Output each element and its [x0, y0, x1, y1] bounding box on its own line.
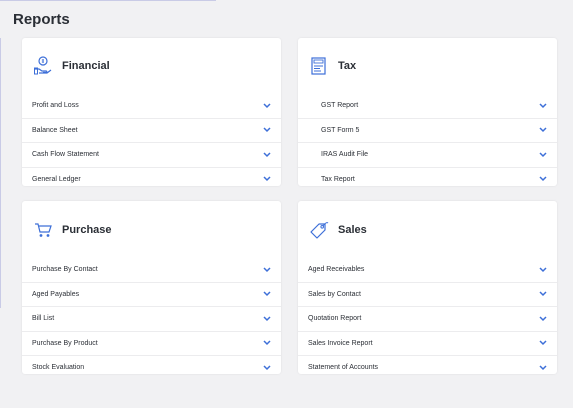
report-label: Profit and Loss: [32, 102, 79, 110]
report-cash-flow-statement[interactable]: Cash Flow Statement: [22, 143, 281, 168]
chevron-down-icon[interactable]: [538, 289, 548, 299]
card-header: Purchase: [22, 201, 281, 258]
report-label: Cash Flow Statement: [32, 151, 99, 159]
card-header: Sales: [298, 201, 557, 258]
card-header: Tax: [298, 38, 557, 94]
chevron-down-icon[interactable]: [262, 125, 272, 135]
report-list: GST Report GST Form 5 IRAS Audit File Ta…: [298, 94, 557, 191]
report-balance-sheet[interactable]: Balance Sheet: [22, 119, 281, 143]
page-title: Reports: [13, 11, 70, 28]
report-list: Purchase By Contact Aged Payables Bill L…: [22, 258, 281, 380]
report-quotation-report[interactable]: Quotation Report: [298, 307, 557, 332]
chevron-down-icon[interactable]: [262, 150, 272, 160]
report-gst-report[interactable]: GST Report: [298, 94, 557, 119]
chevron-down-icon[interactable]: [538, 174, 548, 184]
report-label: Stock Evaluation: [32, 364, 85, 372]
report-list: Aged Receivables Sales by Contact Quotat…: [298, 258, 557, 380]
report-label: General Ledger: [32, 175, 81, 183]
chevron-down-icon[interactable]: [538, 314, 548, 324]
report-iras-audit-file[interactable]: IRAS Audit File: [298, 143, 557, 168]
chevron-down-icon[interactable]: [262, 265, 272, 275]
report-label: IRAS Audit File: [321, 151, 369, 159]
report-label: Sales Invoice Report: [308, 339, 373, 347]
chevron-down-icon[interactable]: [262, 338, 272, 348]
report-gst-form-5[interactable]: GST Form 5: [298, 119, 557, 143]
chevron-down-icon[interactable]: [538, 125, 548, 135]
chevron-down-icon[interactable]: [262, 101, 272, 111]
card-tax: Tax GST Report GST Form 5 IRAS Audit Fil…: [298, 38, 557, 186]
chevron-down-icon[interactable]: [262, 174, 272, 184]
report-aged-payables[interactable]: Aged Payables: [22, 283, 281, 307]
card-title: Financial: [62, 60, 110, 72]
report-sales-invoice-report[interactable]: Sales Invoice Report: [298, 332, 557, 356]
report-sales-by-contact[interactable]: Sales by Contact: [298, 283, 557, 307]
report-list: Profit and Loss Balance Sheet Cash Flow …: [22, 94, 281, 191]
report-aged-receivables[interactable]: Aged Receivables: [298, 258, 557, 283]
chevron-down-icon[interactable]: [538, 338, 548, 348]
report-label: Purchase By Contact: [32, 266, 98, 274]
report-label: Statement of Accounts: [308, 364, 379, 372]
price-tag-icon: [309, 220, 329, 240]
report-label: Balance Sheet: [32, 126, 78, 134]
report-label: Bill List: [32, 315, 55, 323]
report-bill-list[interactable]: Bill List: [22, 307, 281, 332]
report-stock-evaluation[interactable]: Stock Evaluation: [22, 356, 281, 380]
chevron-down-icon[interactable]: [262, 363, 272, 373]
report-label: Quotation Report: [308, 315, 362, 323]
shopping-cart-icon: [33, 220, 53, 240]
chevron-down-icon[interactable]: [538, 363, 548, 373]
report-general-ledger[interactable]: General Ledger: [22, 168, 281, 192]
report-purchase-by-contact[interactable]: Purchase By Contact: [22, 258, 281, 283]
card-title: Sales: [338, 223, 367, 236]
report-label: GST Report: [321, 102, 359, 110]
report-profit-and-loss[interactable]: Profit and Loss: [22, 94, 281, 119]
card-purchase: Purchase Purchase By Contact Aged Payabl…: [22, 201, 281, 374]
report-label: GST Form 5: [321, 126, 360, 134]
report-label: Aged Payables: [32, 290, 80, 298]
card-sales: Sales Aged Receivables Sales by Contact …: [298, 201, 557, 374]
card-header: Financial: [22, 38, 281, 94]
chevron-down-icon[interactable]: [262, 289, 272, 299]
card-title: Tax: [338, 60, 357, 72]
report-label: Sales by Contact: [308, 290, 361, 298]
report-label: Tax Report: [321, 175, 355, 183]
report-label: Purchase By Product: [32, 339, 98, 347]
top-divider: [0, 0, 216, 1]
report-tax-report[interactable]: Tax Report: [298, 168, 557, 192]
chevron-down-icon[interactable]: [262, 314, 272, 324]
chevron-down-icon[interactable]: [538, 101, 548, 111]
left-divider: [0, 38, 1, 308]
card-financial: Financial Profit and Loss Balance Sheet …: [22, 38, 281, 186]
report-statement-of-accounts[interactable]: Statement of Accounts: [298, 356, 557, 380]
tax-document-icon: [309, 56, 329, 76]
report-purchase-by-product[interactable]: Purchase By Product: [22, 332, 281, 356]
chevron-down-icon[interactable]: [538, 150, 548, 160]
report-label: Aged Receivables: [308, 266, 365, 274]
chevron-down-icon[interactable]: [538, 265, 548, 275]
hand-money-icon: [33, 56, 53, 76]
card-title: Purchase: [62, 223, 112, 236]
